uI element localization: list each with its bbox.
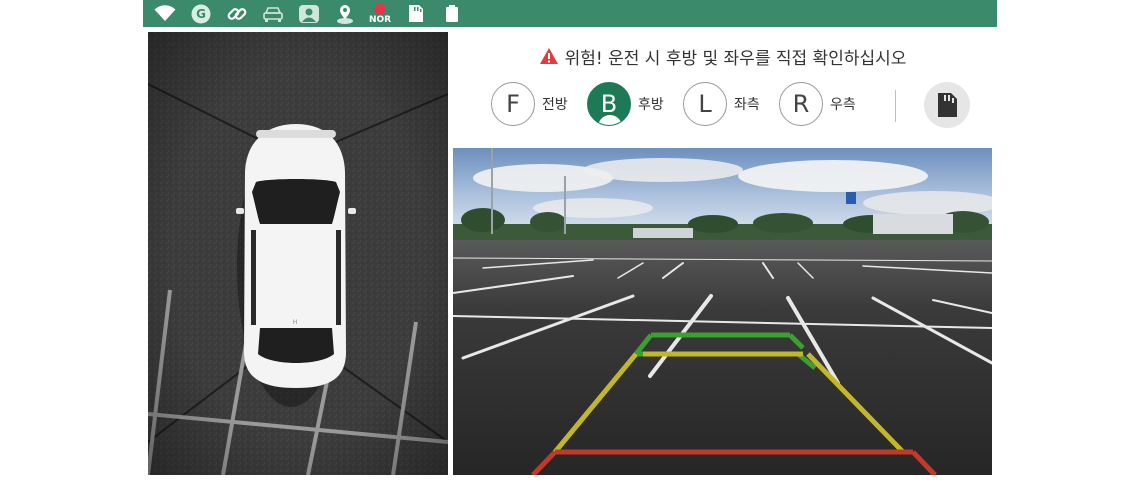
license-plate-text: H [293,319,298,326]
view-mode-front-label: 전방 [542,97,568,113]
view-mode-back-label: 후방 [638,97,664,113]
warning-message: 위험! 운전 시 후방 및 좌우를 직접 확인하십시오 [453,40,992,72]
memory-card-icon [442,0,462,27]
location-icon [334,0,356,27]
wifi-icon [153,0,177,27]
top-view-image: H [148,32,448,475]
view-mode-right-label: 우측 [830,97,856,113]
view-mode-right-circle[interactable]: R [779,82,823,126]
warning-triangle-icon [539,48,558,64]
car-icon [261,0,285,27]
view-mode-back-circle[interactable]: B [587,82,631,126]
sd-card-icon [938,93,957,117]
divider [895,90,896,122]
view-mode-right-button[interactable]: R 우측 [779,82,856,126]
view-mode-left-letter: L [698,90,712,118]
record-mode-text: NOR [368,14,392,25]
rear-camera-view [453,148,992,475]
top-view-camera: H [148,32,448,475]
view-mode-right-letter: R [792,90,810,118]
view-mode-front-circle[interactable]: F [491,82,535,126]
status-bar: G NOR [143,0,997,27]
sd-card-button[interactable] [924,82,970,128]
view-mode-left-label: 좌측 [734,97,760,113]
warning-text: 위험! 운전 시 후방 및 좌우를 직접 확인하십시오 [564,48,907,69]
record-icon: NOR [368,0,392,27]
link-icon [226,0,248,27]
view-mode-front-letter: F [506,90,520,118]
view-mode-front-button[interactable]: F 전방 [491,82,568,126]
view-mode-back-button[interactable]: B 후방 [587,82,664,126]
view-mode-selector: F 전방 B 후방 L 좌측 R 우측 [453,80,992,132]
view-mode-left-button[interactable]: L 좌측 [683,82,760,126]
sd-card-icon [406,0,426,27]
g-badge-text: G [196,6,206,21]
driver-icon [297,0,321,27]
view-mode-left-circle[interactable]: L [683,82,727,126]
car-top-view: H [236,124,356,407]
rear-camera-image [453,148,992,475]
view-mode-back-letter: B [600,90,618,118]
g-badge-icon: G [190,0,212,27]
